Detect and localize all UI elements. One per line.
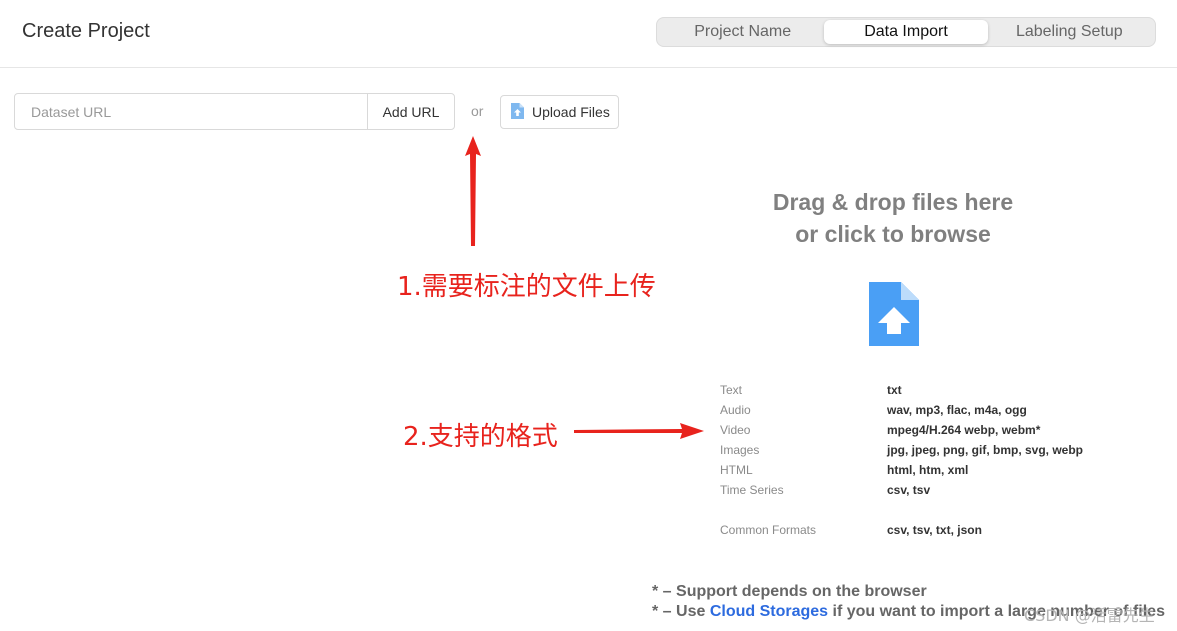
format-row: Video mpeg4/H.264 webp, webm* xyxy=(720,420,1120,440)
header: Create Project Project Name Data Import … xyxy=(0,0,1177,68)
dataset-url-input[interactable] xyxy=(15,94,367,129)
annotation-arrow-right-icon xyxy=(574,423,704,439)
dropzone-title-line2: or click to browse xyxy=(795,221,991,247)
cloud-storages-link[interactable]: Cloud Storages xyxy=(710,603,828,620)
url-import-group: Add URL xyxy=(14,93,455,130)
upload-files-button[interactable]: Upload Files xyxy=(500,95,619,129)
dropzone[interactable]: Drag & drop files here or click to brows… xyxy=(700,186,1086,250)
tab-data-import[interactable]: Data Import xyxy=(824,20,988,44)
format-row: Text txt xyxy=(720,380,1120,400)
annotation-arrow-up-icon xyxy=(465,136,481,246)
format-type: Time Series xyxy=(720,483,784,497)
file-upload-icon xyxy=(869,282,919,351)
annotation-upload-note: 1.需要标注的文件上传 xyxy=(397,272,656,302)
format-extensions: wav, mp3, flac, m4a, ogg xyxy=(887,403,1027,417)
tab-labeling-setup[interactable]: Labeling Setup xyxy=(988,20,1151,44)
page-title: Create Project xyxy=(22,20,150,42)
format-extensions: mpeg4/H.264 webp, webm* xyxy=(887,423,1041,437)
watermark: CSDN @活雷先生 xyxy=(1024,606,1155,625)
format-row: Images jpg, jpeg, png, gif, bmp, svg, we… xyxy=(720,440,1120,460)
format-row: Time Series csv, tsv xyxy=(720,480,1120,500)
file-upload-icon xyxy=(511,102,524,122)
browser-support-note: * – Support depends on the browser xyxy=(652,583,927,600)
format-extensions: txt xyxy=(887,383,902,397)
format-type: Common Formats xyxy=(720,523,817,537)
step-tabs: Project Name Data Import Labeling Setup xyxy=(656,17,1156,47)
format-row: Audio wav, mp3, flac, m4a, ogg xyxy=(720,400,1120,420)
annotation-formats-note: 2.支持的格式 xyxy=(403,422,558,452)
format-row: HTML html, htm, xml xyxy=(720,460,1120,480)
tab-project-name[interactable]: Project Name xyxy=(661,20,824,44)
format-type: HTML xyxy=(720,463,753,477)
format-type: Audio xyxy=(720,403,751,417)
format-extensions: csv, tsv xyxy=(887,483,931,497)
format-extensions: csv, tsv, txt, json xyxy=(887,523,982,537)
supported-formats-list: Text txt Audio wav, mp3, flac, m4a, ogg … xyxy=(720,380,1120,540)
upload-files-label: Upload Files xyxy=(532,104,610,120)
add-url-button[interactable]: Add URL xyxy=(367,94,454,129)
format-type: Text xyxy=(720,383,743,397)
format-type: Video xyxy=(720,423,751,437)
format-extensions: html, htm, xml xyxy=(887,463,969,477)
dropzone-title-line1: Drag & drop files here xyxy=(772,189,1014,215)
format-type: Images xyxy=(720,443,760,457)
or-separator: or xyxy=(471,103,484,119)
note-prefix: * – Use xyxy=(652,603,710,620)
format-row: Common Formats csv, tsv, txt, json xyxy=(720,520,1120,540)
format-extensions: jpg, jpeg, png, gif, bmp, svg, webp xyxy=(887,443,1083,457)
